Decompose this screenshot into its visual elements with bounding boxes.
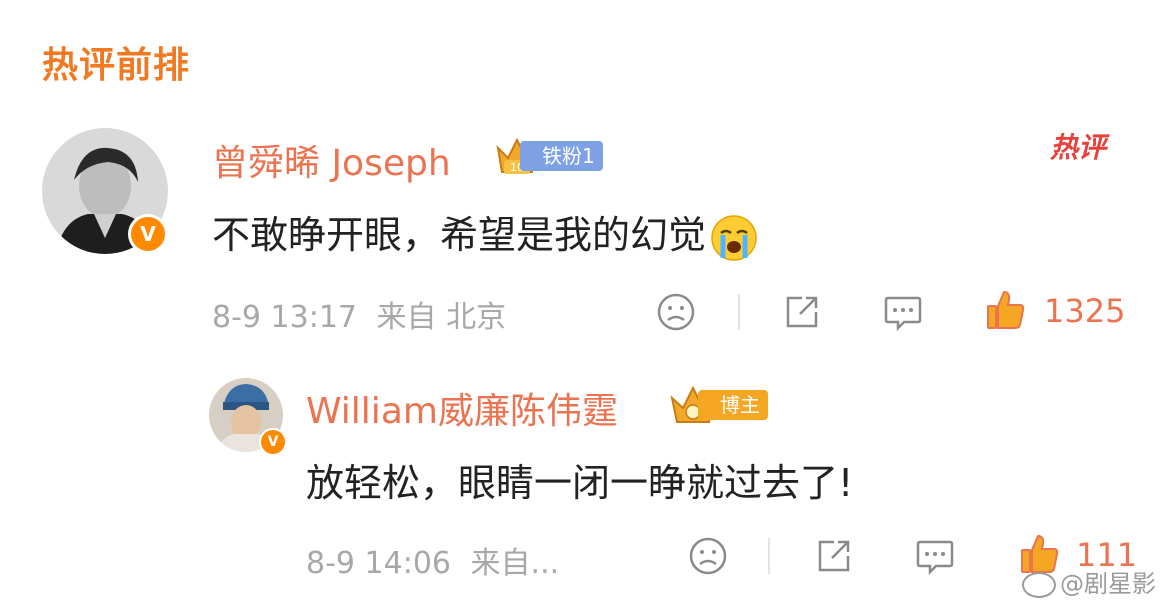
comment-body: 不敢睁开眼，希望是我的幻觉 (212, 213, 707, 257)
weibo-logo-icon (1022, 572, 1056, 598)
verified-badge-icon: V (128, 214, 168, 254)
dislike-face-icon[interactable] (656, 292, 696, 332)
fan-badge-label: 铁粉1 (520, 141, 603, 171)
dislike-face-icon[interactable] (688, 536, 728, 576)
comment-meta: 8-9 14:06 来自... (306, 538, 559, 582)
like-count: 1325 (1044, 292, 1126, 330)
comment-icon[interactable] (882, 292, 924, 332)
fan-badge: 10 铁粉1 (494, 134, 603, 178)
divider (768, 538, 770, 574)
divider (738, 294, 740, 330)
share-icon[interactable] (814, 536, 854, 576)
comment-text: 不敢睁开眼，希望是我的幻觉 (212, 204, 758, 262)
like-thumb-icon[interactable] (984, 288, 1028, 332)
blogger-badge-label: 博主 (698, 390, 768, 420)
username[interactable]: William威廉陈伟霆 (306, 382, 618, 434)
username[interactable]: 曾舜晞 Joseph (212, 134, 451, 186)
comment-meta: 8-9 13:17 来自 北京 (212, 292, 506, 336)
location: 来自 北京 (376, 300, 507, 335)
comment-text: 放轻松，眼睛一闭一睁就过去了! (306, 461, 854, 505)
watermark: @剧星影 (1022, 564, 1156, 599)
crying-face-icon (711, 214, 757, 261)
share-icon[interactable] (782, 292, 822, 332)
timestamp: 8-9 14:06 (306, 546, 451, 581)
hot-comment-tag: 热评 (1050, 131, 1107, 164)
watermark-text: @剧星影 (1060, 570, 1156, 598)
blogger-badge: 博主 (668, 382, 768, 428)
location: 来自... (470, 546, 560, 581)
verified-badge-icon: V (259, 428, 287, 456)
timestamp: 8-9 13:17 (212, 300, 357, 335)
section-title: 热评前排 (42, 45, 191, 86)
comment-icon[interactable] (914, 536, 956, 576)
